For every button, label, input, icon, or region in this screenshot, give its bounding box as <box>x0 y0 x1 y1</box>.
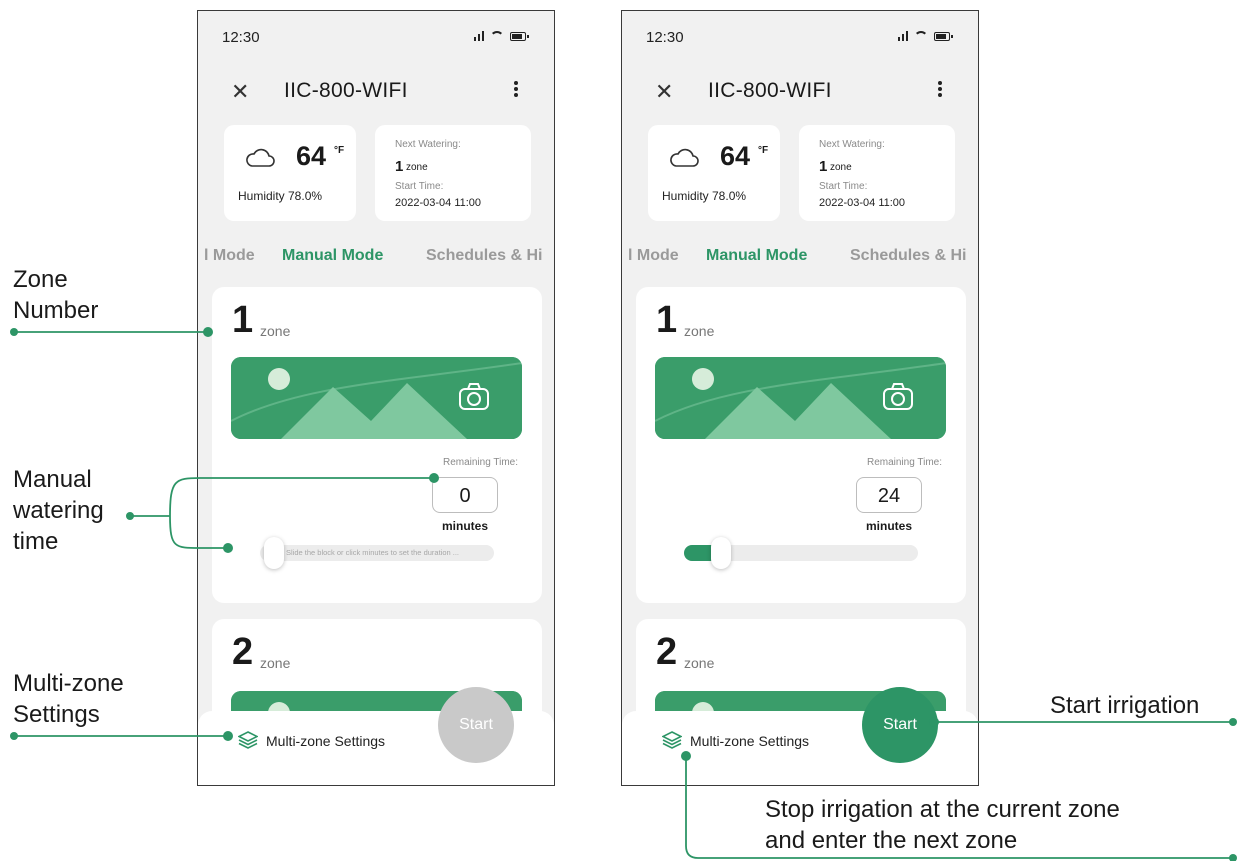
annotation-lines <box>10 327 1237 861</box>
annotation-start-irrigation: Start irrigation <box>1050 692 1200 719</box>
annotation-multi-zone-settings: Multi-zone Settings <box>13 670 124 729</box>
start-dot-end <box>1229 718 1237 726</box>
manual-time-dot-start <box>126 512 134 520</box>
annotation-stop-irrigation: Stop irrigation at the current zone and … <box>765 796 1120 855</box>
zone-number-dot-start <box>10 328 18 336</box>
start-dot-start <box>929 717 939 727</box>
multizone-dot-end <box>223 731 233 741</box>
stop-dot-start <box>681 751 691 761</box>
manual-time-dot-top <box>429 473 439 483</box>
manual-time-bracket <box>169 477 434 549</box>
annotation-manual-watering-time: Manual watering time <box>13 466 104 556</box>
manual-time-dot-bottom <box>223 543 233 553</box>
stop-dot-end <box>1229 854 1237 861</box>
multizone-dot-start <box>10 732 18 740</box>
annotation-zone-number: Zone Number <box>13 266 99 325</box>
zone-number-dot-end <box>203 327 213 337</box>
